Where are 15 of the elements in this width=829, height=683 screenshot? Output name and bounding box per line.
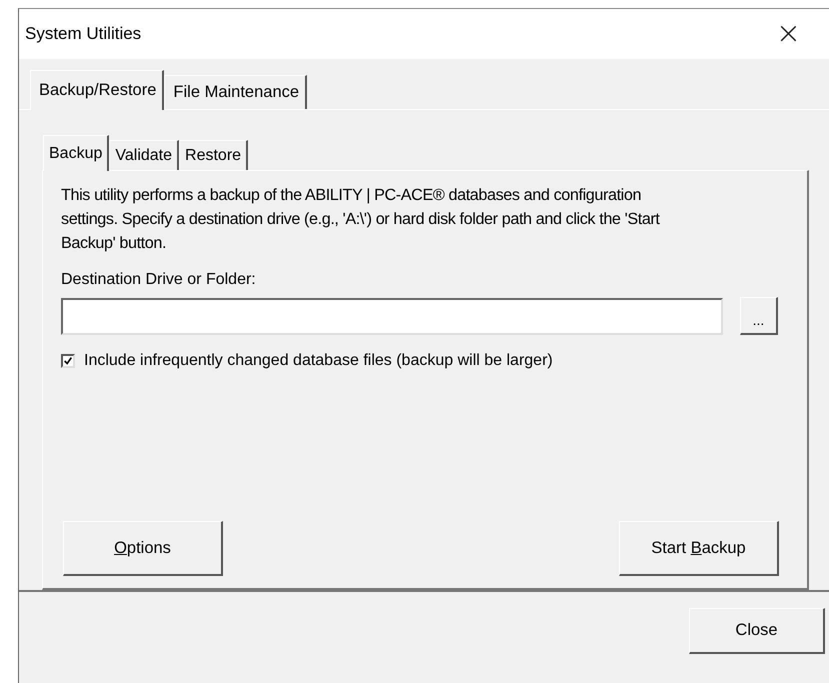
tab[interactable]: Restore [179, 140, 248, 170]
field-label: Destination Drive or Folder: [61, 271, 256, 289]
tab[interactable]: Backup [43, 135, 110, 171]
description-text: This utility performs a backup of the ABILITY | PC-ACE® databases and configuration settings. Specify a destination drive (e.g., 'A:\') or hard disk folder path and click the 'Start Backup' button. [61, 185, 661, 254]
tab[interactable]: Backup/Restore [30, 70, 164, 110]
action-button[interactable]: Options [63, 521, 223, 576]
destination-field[interactable] [61, 298, 723, 334]
close-button[interactable]: Close [689, 608, 825, 654]
checkbox[interactable] [61, 354, 75, 368]
window-title: System Utilities [25, 24, 142, 44]
action-button[interactable]: Start Backup [619, 521, 779, 576]
tab[interactable]: Validate [109, 140, 180, 170]
tab[interactable]: File Maintenance [164, 75, 308, 109]
checkbox-label: Include infrequently changed database files (backup will be larger) [84, 352, 553, 370]
browse-button[interactable]: ... [740, 297, 778, 335]
